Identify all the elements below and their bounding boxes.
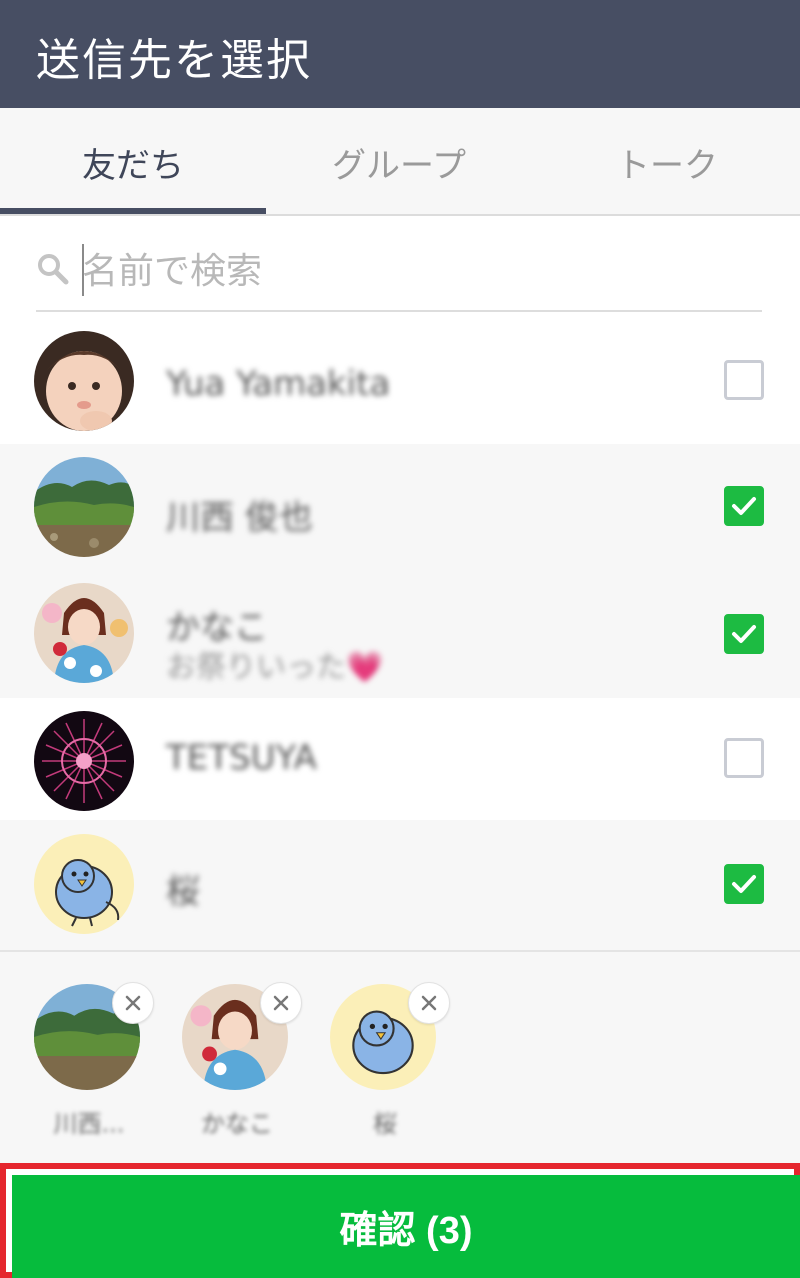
friend-row[interactable]: 桜 (0, 820, 800, 950)
selected-chip-label: かなこ (201, 1110, 273, 1138)
selected-chip-label: 川西... (53, 1110, 125, 1138)
selected-chip: 桜 (330, 982, 450, 1138)
friend-name: 桜 (166, 872, 200, 912)
page-title: 送信先を選択 (36, 35, 312, 86)
avatar (34, 457, 134, 557)
close-icon (273, 995, 289, 1011)
tab-bar: 友だち グループ トーク (0, 108, 800, 216)
friend-name: TETSUYA (166, 738, 317, 778)
tab-friends[interactable]: 友だち (0, 108, 266, 216)
tab-chats[interactable]: トーク (534, 108, 800, 216)
friend-checkbox[interactable] (724, 864, 764, 904)
remove-selection-button[interactable] (408, 982, 450, 1024)
friend-checkbox[interactable] (724, 360, 764, 400)
search-bar (36, 236, 762, 312)
app-header: 送信先を選択 (0, 0, 800, 108)
avatar (34, 711, 134, 811)
friend-status: お祭りいった💗 (166, 650, 384, 685)
remove-selection-button[interactable] (260, 982, 302, 1024)
friend-row[interactable]: TETSUYA (0, 698, 800, 824)
active-tab-indicator (0, 208, 266, 214)
friend-row[interactable]: Yua Yamakita (0, 318, 800, 444)
confirm-highlight-frame: 確認 (3) (0, 1163, 800, 1278)
search-icon (38, 254, 69, 285)
avatar (34, 583, 134, 683)
friend-name: Yua Yamakita (166, 364, 391, 404)
tab-groups[interactable]: グループ (266, 108, 532, 216)
friend-name: 川西 俊也 (166, 498, 313, 538)
avatar (34, 834, 134, 934)
friend-row[interactable]: 川西 俊也 (0, 444, 800, 570)
remove-selection-button[interactable] (112, 982, 154, 1024)
check-icon (732, 497, 756, 515)
friend-row[interactable]: かなこ お祭りいった💗 (0, 570, 800, 698)
search-input[interactable] (82, 242, 742, 300)
confirm-button[interactable]: 確認 (3) (12, 1175, 800, 1278)
close-icon (421, 995, 437, 1011)
selected-tray: 川西... かなこ 桜 (0, 950, 800, 1164)
check-icon (732, 625, 756, 643)
avatar (34, 331, 134, 431)
friend-checkbox[interactable] (724, 486, 764, 526)
selected-chip-label: 桜 (373, 1110, 397, 1138)
selected-chip: かなこ (182, 982, 302, 1138)
check-icon (732, 875, 756, 893)
close-icon (125, 995, 141, 1011)
friend-checkbox[interactable] (724, 738, 764, 778)
selected-chip: 川西... (34, 982, 154, 1138)
confirm-button-label: 確認 (3) (339, 1210, 473, 1252)
friend-checkbox[interactable] (724, 614, 764, 654)
